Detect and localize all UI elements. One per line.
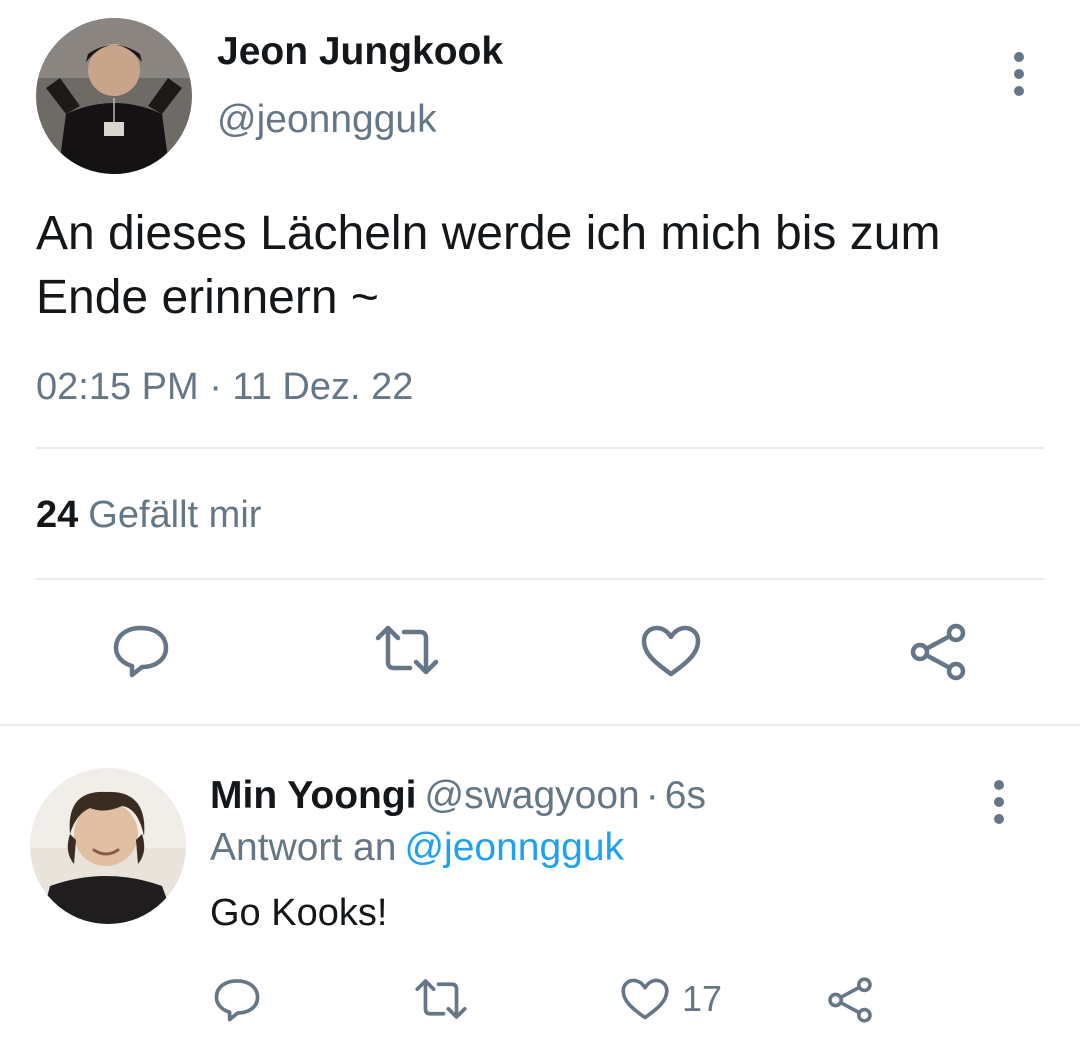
tweet-timestamp: 02:15 PM · 11 Dez. 22 bbox=[36, 366, 414, 408]
author-avatar[interactable] bbox=[36, 18, 192, 174]
likes-count: 24 bbox=[36, 494, 79, 536]
share-icon[interactable] bbox=[826, 976, 874, 1024]
reply-author-name[interactable]: Min Yoongi bbox=[210, 774, 417, 817]
more-options-icon[interactable] bbox=[1010, 50, 1028, 98]
like-icon[interactable] bbox=[620, 977, 670, 1021]
reply-header: Min Yoongi @swagyoon · 6s bbox=[210, 774, 706, 818]
retweet-icon[interactable] bbox=[374, 622, 440, 678]
reply-text: Go Kooks! bbox=[210, 892, 388, 934]
reply-icon[interactable] bbox=[213, 976, 261, 1022]
divider bbox=[36, 447, 1044, 449]
reply-to-label: Antwort an bbox=[210, 826, 397, 869]
reply-like-button[interactable]: 17 bbox=[620, 976, 722, 1022]
reply-to: Antwort an @jeonngguk bbox=[210, 826, 624, 870]
more-options-icon[interactable] bbox=[990, 778, 1008, 826]
likes-summary[interactable]: 24 Gefällt mir bbox=[36, 494, 261, 537]
reply-to-handle-link[interactable]: @jeonngguk bbox=[404, 826, 624, 869]
divider bbox=[36, 578, 1044, 580]
reply-age: 6s bbox=[664, 774, 706, 817]
tweet-text: An dieses Lächeln werde ich mich bis zum… bbox=[36, 207, 941, 324]
separator-dot: · bbox=[645, 774, 659, 817]
reply-author-avatar[interactable] bbox=[30, 768, 186, 924]
reply-icon[interactable] bbox=[112, 622, 170, 678]
retweet-icon[interactable] bbox=[414, 976, 468, 1022]
share-icon[interactable] bbox=[908, 622, 968, 682]
divider bbox=[0, 724, 1080, 726]
author-name[interactable]: Jeon Jungkook bbox=[217, 30, 503, 74]
like-icon[interactable] bbox=[640, 624, 702, 678]
reply-author-handle[interactable]: @swagyoon bbox=[425, 774, 640, 817]
reply-like-count: 17 bbox=[682, 978, 723, 1019]
author-handle[interactable]: @jeonngguk bbox=[217, 98, 437, 142]
likes-label: Gefällt mir bbox=[88, 494, 262, 536]
